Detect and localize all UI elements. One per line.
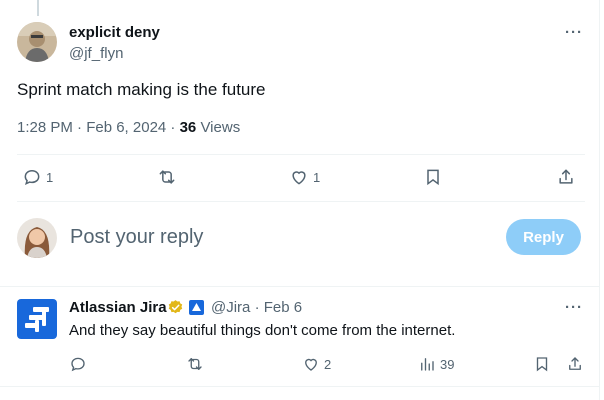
- like-action[interactable]: 1: [289, 167, 320, 187]
- thread-connector: [37, 0, 39, 16]
- repost-action[interactable]: [157, 167, 177, 187]
- atlassian-org-icon[interactable]: [189, 300, 204, 315]
- reply-button[interactable]: Reply: [506, 219, 581, 255]
- divider: [0, 386, 600, 387]
- author-name[interactable]: explicit deny: [69, 24, 160, 41]
- reply-count: 1: [46, 169, 54, 185]
- reply-author-name[interactable]: Atlassian Jira: [69, 299, 167, 316]
- repost-icon: [159, 170, 175, 184]
- analytics-icon: [421, 358, 434, 371]
- divider: [0, 286, 600, 287]
- share-action[interactable]: [556, 167, 576, 187]
- reply-text: And they say beautiful things don't come…: [69, 322, 456, 339]
- post-timestamp[interactable]: 1:28 PM · Feb 6, 2024 ·: [17, 119, 180, 136]
- views-label: Views: [196, 119, 241, 136]
- user-avatar[interactable]: [17, 218, 57, 258]
- jira-logo-avatar[interactable]: [17, 299, 57, 339]
- author-handle[interactable]: @jf_flyn: [69, 45, 123, 62]
- views-count: 39: [440, 356, 455, 372]
- reply-handle-date[interactable]: @Jira · Feb 6: [211, 299, 302, 316]
- reply-input[interactable]: Post your reply: [70, 226, 203, 249]
- repost-action[interactable]: [186, 355, 204, 373]
- share-icon: [559, 169, 573, 184]
- more-options-icon[interactable]: ···: [565, 24, 583, 41]
- more-options-icon[interactable]: ···: [565, 299, 583, 316]
- repost-icon: [188, 358, 202, 370]
- share-icon: [569, 357, 581, 370]
- post-meta: 1:28 PM · Feb 6, 2024 · 36 Views: [17, 119, 240, 136]
- heart-icon: [292, 171, 306, 185]
- reply-action[interactable]: [69, 355, 87, 373]
- avatar[interactable]: [17, 22, 57, 62]
- post-text: Sprint match making is the future: [17, 80, 266, 99]
- reply-icon: [24, 169, 40, 186]
- divider: [17, 154, 585, 155]
- views-count: 36: [179, 119, 197, 136]
- post-detail-view: explicit deny @jf_flyn ··· Sprint match …: [0, 0, 600, 400]
- like-count: 2: [324, 356, 332, 372]
- reply-icon: [71, 357, 85, 372]
- like-action[interactable]: 2: [302, 355, 331, 373]
- divider: [17, 201, 585, 202]
- views-action[interactable]: 39: [418, 355, 454, 373]
- bookmark-icon: [536, 357, 548, 372]
- bookmark-icon: [427, 169, 439, 186]
- reply-action[interactable]: 1: [22, 167, 53, 187]
- bookmark-action[interactable]: [423, 167, 443, 187]
- heart-icon: [305, 358, 317, 371]
- share-action[interactable]: [566, 355, 584, 373]
- like-count: 1: [313, 169, 321, 185]
- verified-badge-icon[interactable]: [167, 299, 184, 316]
- bookmark-action[interactable]: [533, 355, 551, 373]
